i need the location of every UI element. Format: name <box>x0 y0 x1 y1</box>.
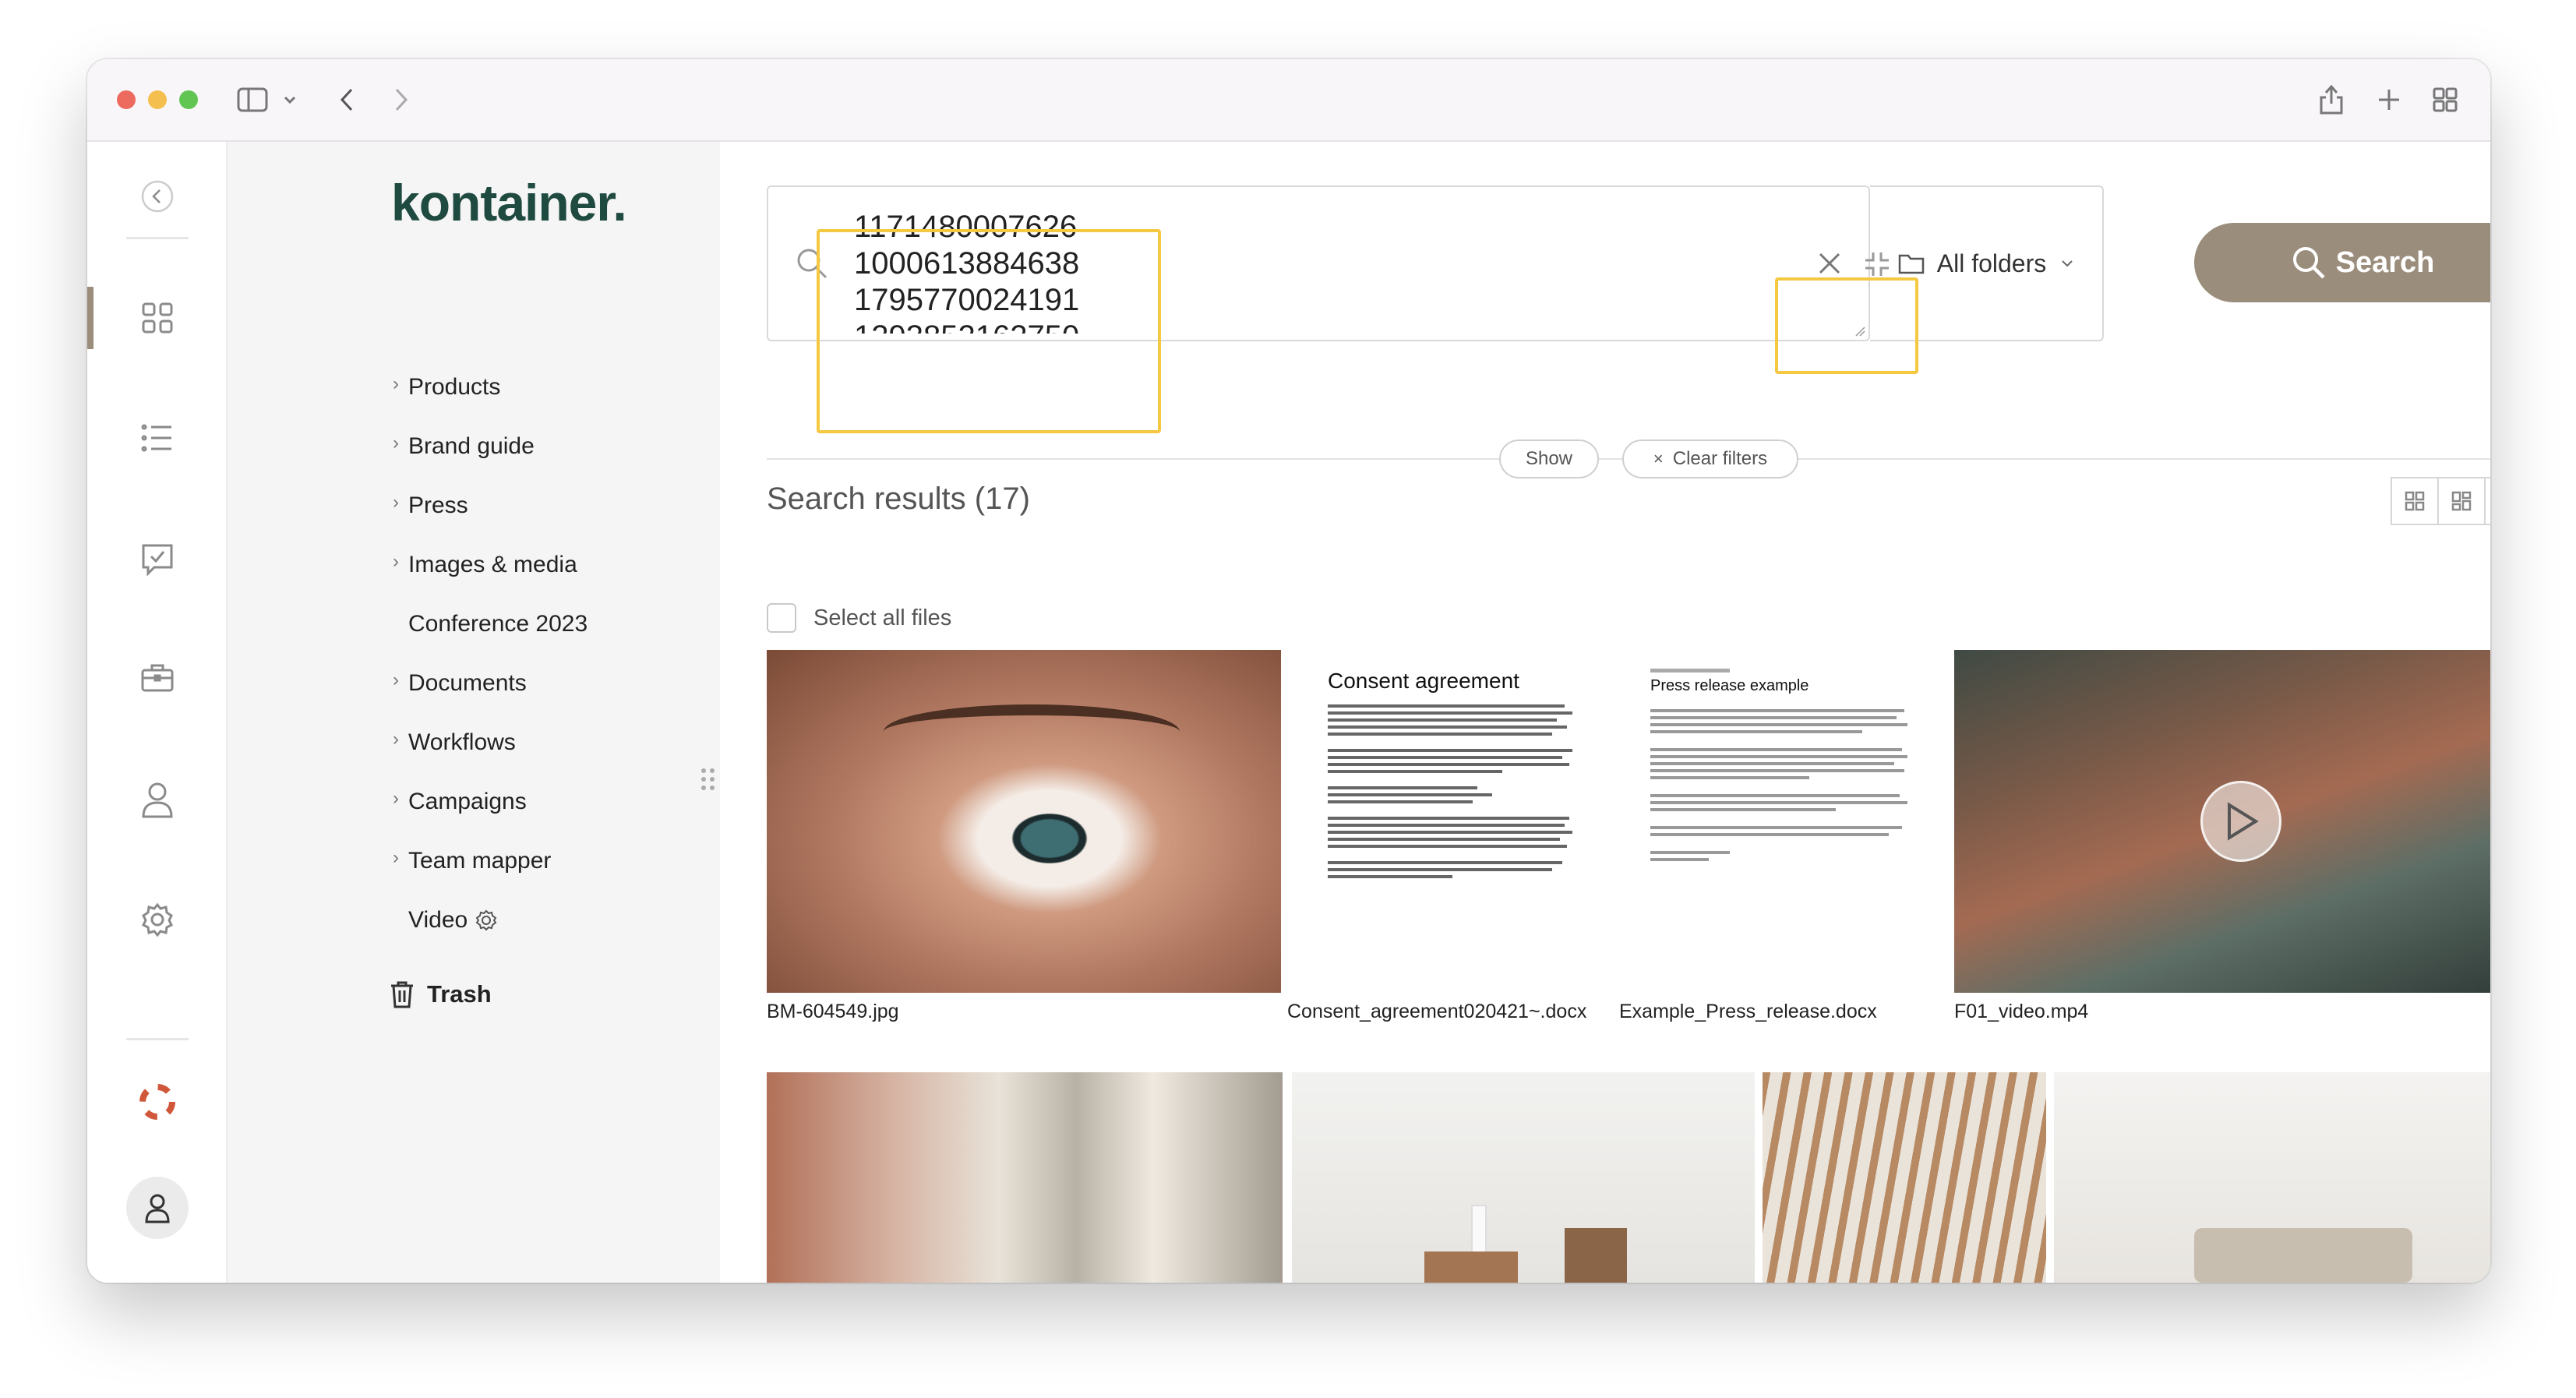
image-thumbnail-living-room[interactable] <box>2054 1072 2490 1283</box>
folder-sidebar: kontainer. › Products › Brand guide › Pr… <box>228 142 720 1283</box>
icon-rail <box>87 142 228 1283</box>
active-indicator <box>87 287 94 349</box>
folder-select-label: All folders <box>1936 249 2047 277</box>
chevron-down-icon[interactable] <box>282 90 298 109</box>
plus-icon[interactable] <box>2373 84 2405 115</box>
view-list-button[interactable] <box>2486 478 2490 524</box>
trash-icon <box>391 981 413 1008</box>
document-preview-press[interactable]: Press release example <box>1627 650 1939 993</box>
maximize-window-button[interactable] <box>179 90 198 109</box>
sidebar-toggle-icon[interactable] <box>235 86 270 114</box>
chevron-right-icon[interactable]: › <box>393 551 399 573</box>
help-lifebuoy-icon[interactable] <box>132 1077 182 1127</box>
grid-icon <box>2405 491 2425 511</box>
user-icon[interactable] <box>132 775 182 824</box>
sidebar-item-press[interactable]: Press <box>408 492 468 519</box>
rail-divider <box>126 237 189 239</box>
title-bar <box>87 59 2490 142</box>
browser-window: kontainer. › Products › Brand guide › Pr… <box>87 59 2490 1283</box>
eyebrow <box>884 704 1180 759</box>
search-button-label: Search <box>2335 245 2435 279</box>
sidebar-item-campaigns[interactable]: Campaigns <box>408 789 527 815</box>
doc-preview-title: Consent agreement <box>1328 669 1519 693</box>
forward-icon[interactable] <box>390 86 413 114</box>
sidebar-item-conference-2023[interactable]: Conference 2023 <box>408 611 588 637</box>
search-icon <box>2292 247 2325 279</box>
masonry-icon <box>2451 491 2472 511</box>
chevron-right-icon[interactable]: › <box>393 492 399 514</box>
file-name[interactable]: F01_video.mp4 <box>1954 1001 2088 1023</box>
side-table <box>1424 1251 1518 1283</box>
clear-search-icon[interactable] <box>1817 251 1842 276</box>
highlight-box-query <box>817 229 1161 433</box>
back-circle-icon[interactable] <box>132 171 182 221</box>
view-grid-button[interactable] <box>2392 478 2439 524</box>
trash-item[interactable]: Trash <box>390 980 492 1008</box>
briefcase-icon[interactable] <box>132 653 182 703</box>
image-thumbnail-interior-vase[interactable] <box>1292 1072 1755 1283</box>
clear-filters-button[interactable]: × Clear filters <box>1622 440 1798 478</box>
file-name[interactable]: Consent_agreement020421~.docx <box>1287 1001 1586 1023</box>
back-icon[interactable] <box>335 86 358 114</box>
image-thumbnail-knits[interactable] <box>767 1072 1283 1283</box>
kontainer-logo: kontainer. <box>391 174 627 231</box>
show-filters-button[interactable]: Show <box>1499 440 1599 478</box>
search-button[interactable]: Search <box>2194 223 2490 302</box>
sidebar-item-workflows[interactable]: Workflows <box>408 729 516 756</box>
image-thumbnail-staircase[interactable] <box>1763 1072 2046 1283</box>
chevron-right-icon[interactable]: › <box>393 729 399 750</box>
sidebar-item-label: Video <box>408 907 468 933</box>
sidebar-item-documents[interactable]: Documents <box>408 670 527 697</box>
view-masonry-button[interactable] <box>2439 478 2486 524</box>
select-all-checkbox[interactable] <box>767 603 796 633</box>
approval-icon[interactable] <box>132 535 182 584</box>
chevron-right-icon[interactable]: › <box>393 669 399 691</box>
sidebar-item-images-media[interactable]: Images & media <box>408 552 577 578</box>
highlight-box-controls <box>1775 277 1918 374</box>
tab-overview-icon[interactable] <box>2430 84 2461 115</box>
chevron-down-icon <box>2062 260 2073 267</box>
select-all-label: Select all files <box>813 605 952 630</box>
folder-icon <box>1898 254 1924 274</box>
main-content: 1171480007626 1000613884638 179577002419… <box>720 142 2490 1283</box>
image-thumbnail-eye[interactable] <box>767 650 1281 993</box>
play-icon[interactable] <box>2200 781 2281 862</box>
clear-filters-label: Clear filters <box>1672 448 1768 469</box>
doc-preview-title: Press release example <box>1650 677 1809 694</box>
close-icon: × <box>1653 449 1664 468</box>
chevron-right-icon[interactable]: › <box>393 788 399 810</box>
minimize-window-button[interactable] <box>148 90 167 109</box>
resize-handle[interactable] <box>701 768 715 790</box>
gear-icon <box>475 909 497 931</box>
video-thumbnail[interactable] <box>1954 650 2490 993</box>
stool <box>1565 1228 1627 1283</box>
chevron-right-icon[interactable]: › <box>393 373 399 395</box>
gear-icon[interactable] <box>132 895 182 944</box>
list-icon[interactable] <box>132 413 182 463</box>
file-name[interactable]: BM-604549.jpg <box>767 1001 899 1023</box>
document-preview-consent[interactable]: Consent agreement <box>1297 650 1608 993</box>
chevron-right-icon[interactable]: › <box>393 432 399 454</box>
select-all-row[interactable]: Select all files <box>767 603 951 633</box>
sidebar-item-products[interactable]: Products <box>408 374 500 401</box>
sidebar-item-video[interactable]: Video <box>408 907 497 934</box>
file-name[interactable]: Example_Press_release.docx <box>1619 1001 1877 1023</box>
sidebar-item-team-mapper[interactable]: Team mapper <box>408 848 551 874</box>
rail-divider <box>126 1038 189 1040</box>
sidebar-item-brand-guide[interactable]: Brand guide <box>408 433 535 460</box>
close-window-button[interactable] <box>117 90 136 109</box>
sofa <box>2194 1228 2412 1283</box>
chevron-right-icon[interactable]: › <box>393 847 399 869</box>
view-toggle <box>2391 477 2490 525</box>
share-icon[interactable] <box>2316 83 2347 117</box>
trash-label: Trash <box>427 980 492 1008</box>
account-icon[interactable] <box>126 1177 189 1239</box>
results-title: Search results (17) <box>767 482 1030 516</box>
grid-icon[interactable] <box>132 293 182 343</box>
